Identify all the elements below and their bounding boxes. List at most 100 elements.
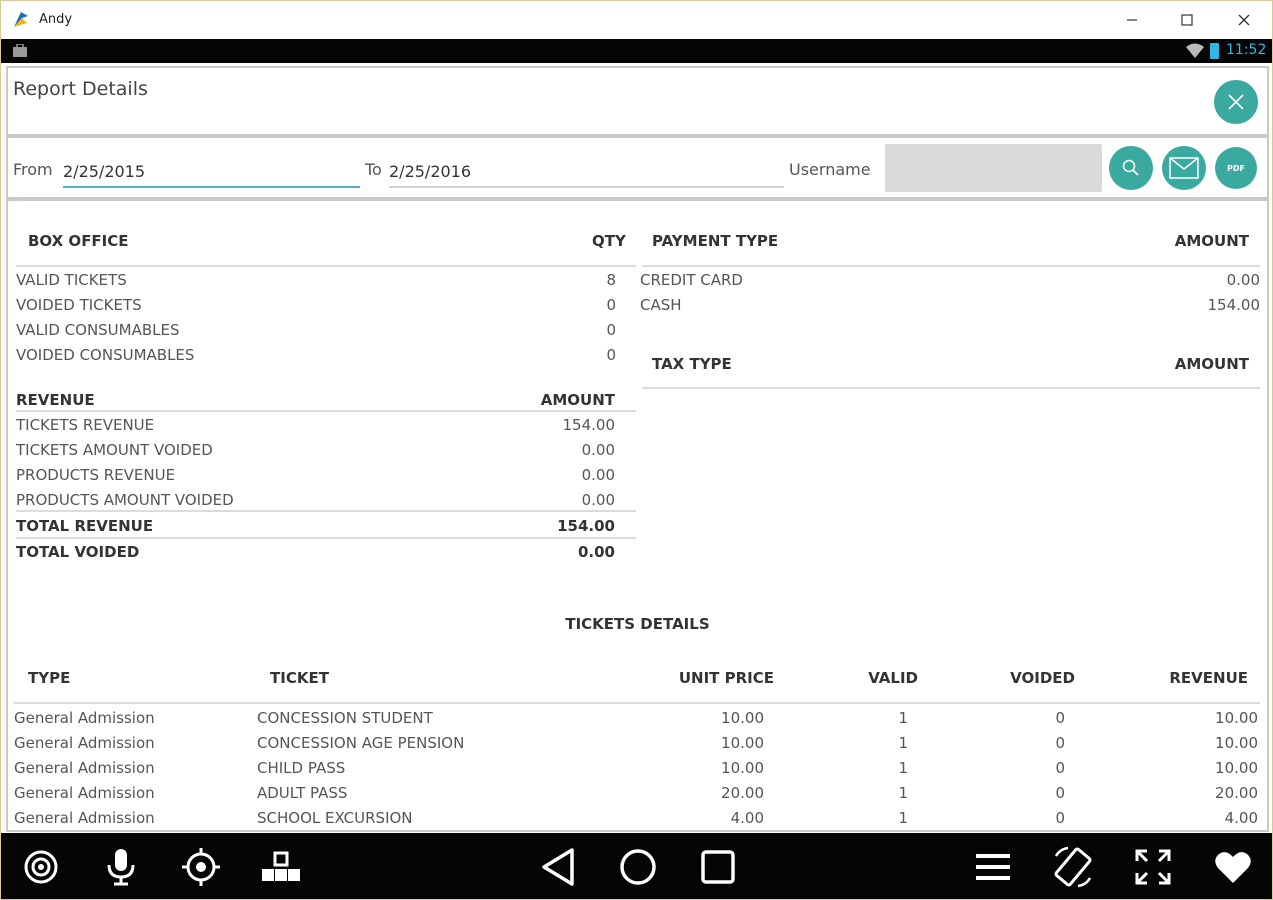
tax-type-header: TAX TYPE (652, 355, 732, 373)
status-time: 11:52 (1226, 42, 1267, 58)
pdf-button[interactable]: PDF (1215, 147, 1257, 189)
ticket-name-cell: CONCESSION STUDENT (257, 709, 433, 727)
hamburger-menu-icon (976, 854, 1010, 880)
recent-apps-square-icon (701, 850, 735, 884)
revenue-cell: 20.00 (1215, 784, 1258, 802)
search-button[interactable] (1109, 146, 1153, 190)
ticket-name-cell: ADULT PASS (257, 784, 348, 802)
recent-apps-button[interactable] (696, 845, 740, 889)
divider (16, 510, 636, 512)
close-icon (1228, 94, 1244, 110)
payment-type-header: PAYMENT TYPE (652, 232, 779, 250)
box-office-qty: 0 (606, 321, 616, 339)
type-column-header: TYPE (28, 669, 71, 687)
pdf-label: PDF (1227, 163, 1245, 173)
payment-label: CREDIT CARD (640, 271, 743, 289)
android-status-bar: 11:52 (1, 39, 1272, 63)
qty-header: QTY (592, 232, 626, 250)
ticket-type-cell: General Admission (14, 734, 155, 752)
voided-cell: 0 (1055, 784, 1065, 802)
box-office-label: VALID CONSUMABLES (16, 321, 180, 339)
notification-briefcase-icon (13, 44, 27, 57)
divider (642, 387, 1260, 389)
payment-amount-header: AMOUNT (1174, 232, 1249, 250)
payment-amount: 0.00 (1226, 271, 1260, 289)
ticket-type-cell: General Admission (14, 809, 155, 827)
dpad-button[interactable] (259, 845, 303, 889)
target-ring-icon (24, 850, 58, 884)
box-office-qty: 0 (606, 296, 616, 314)
to-label: To (365, 160, 382, 179)
box-office-label: VALID TICKETS (16, 271, 127, 289)
andy-logo-icon (14, 12, 28, 27)
minimize-button[interactable] (1112, 7, 1152, 33)
ticket-type-cell: General Admission (14, 759, 155, 777)
revenue-amount: 0.00 (581, 441, 615, 459)
filter-bar: From To Username PDF (6, 136, 1269, 199)
voided-cell: 0 (1055, 709, 1065, 727)
voided-cell: 0 (1055, 759, 1065, 777)
back-button[interactable] (536, 845, 580, 889)
revenue-cell: 10.00 (1215, 709, 1258, 727)
unit-price-column-header: UNIT PRICE (678, 669, 774, 687)
android-navigation-bar (1, 833, 1272, 899)
payment-amount: 154.00 (1207, 296, 1261, 314)
close-report-button[interactable] (1214, 80, 1258, 124)
revenue-cell: 4.00 (1224, 809, 1258, 827)
tax-amount-header: AMOUNT (1174, 355, 1249, 373)
divider (642, 265, 1260, 267)
heart-icon (1215, 852, 1251, 883)
home-button[interactable] (616, 845, 660, 889)
total-revenue-amount: 154.00 (557, 517, 615, 535)
divider (16, 537, 636, 539)
maximize-button[interactable] (1167, 7, 1207, 33)
revenue-amount-header: AMOUNT (540, 391, 615, 409)
revenue-column-header: REVENUE (1169, 669, 1248, 687)
menu-button[interactable] (971, 845, 1015, 889)
crosshair-location-icon (182, 848, 220, 886)
window-close-button[interactable] (1224, 7, 1264, 33)
unit-price-cell: 10.00 (721, 709, 764, 727)
revenue-header: REVENUE (16, 391, 95, 409)
valid-cell: 1 (898, 759, 908, 777)
microphone-button[interactable] (99, 845, 143, 889)
valid-cell: 1 (898, 784, 908, 802)
minimize-icon (1127, 19, 1137, 21)
revenue-label: TICKETS AMOUNT VOIDED (16, 441, 213, 459)
rotate-screen-button[interactable] (1051, 845, 1095, 889)
ticket-type-cell: General Admission (14, 784, 155, 802)
username-label: Username (789, 160, 871, 179)
ticket-type-cell: General Admission (14, 709, 155, 727)
revenue-label: PRODUCTS AMOUNT VOIDED (16, 491, 234, 509)
unit-price-cell: 4.00 (730, 809, 764, 827)
window-titlebar[interactable]: Andy (1, 1, 1272, 39)
wifi-icon (1186, 43, 1204, 58)
battery-icon (1210, 43, 1219, 59)
revenue-amount: 154.00 (562, 416, 616, 434)
revenue-cell: 10.00 (1215, 734, 1258, 752)
unit-price-cell: 10.00 (721, 734, 764, 752)
favorite-button[interactable] (1211, 845, 1255, 889)
revenue-label: PRODUCTS REVENUE (16, 466, 176, 484)
from-date-field[interactable] (63, 148, 360, 188)
close-icon (1238, 14, 1250, 26)
box-office-label: VOIDED CONSUMABLES (16, 346, 195, 364)
to-date-field[interactable] (389, 148, 784, 188)
box-office-qty: 0 (606, 346, 616, 364)
ticket-name-cell: SCHOOL EXCURSION (257, 809, 413, 827)
dpad-keys-icon (262, 851, 300, 881)
fullscreen-button[interactable] (1131, 845, 1175, 889)
microphone-icon (107, 849, 135, 886)
revenue-cell: 10.00 (1215, 759, 1258, 777)
username-field[interactable] (885, 144, 1102, 192)
valid-column-header: VALID (868, 669, 918, 687)
report-content[interactable]: BOX OFFICE QTY VALID TICKETS 8 VOIDED TI… (6, 199, 1269, 832)
gps-location-button[interactable] (179, 845, 223, 889)
valid-cell: 1 (898, 709, 908, 727)
voided-column-header: VOIDED (1010, 669, 1075, 687)
revenue-amount: 0.00 (581, 491, 615, 509)
divider (14, 702, 1260, 704)
unit-price-cell: 10.00 (721, 759, 764, 777)
email-button[interactable] (1162, 146, 1206, 190)
settings-target-button[interactable] (19, 845, 63, 889)
